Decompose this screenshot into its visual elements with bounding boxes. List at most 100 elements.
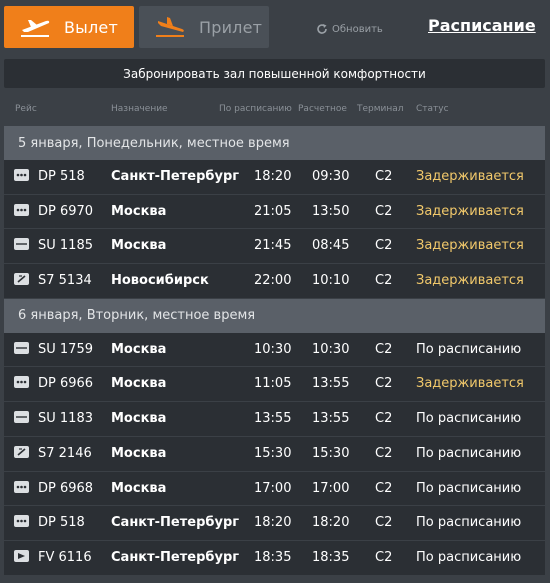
estimated-time: 18:20 xyxy=(312,515,350,531)
flight-number: SU 1185 xyxy=(38,238,93,254)
flight-number: DP 6968 xyxy=(38,480,94,496)
flight-destination: Москва xyxy=(111,376,167,392)
tab-arrival-label: Прилет xyxy=(199,17,263,37)
pobeda-logo-icon xyxy=(14,169,29,181)
flight-row[interactable]: SU 1183 Москва 13:55 13:55 C2 По расписанию xyxy=(4,402,545,437)
flight-status: По расписанию xyxy=(416,341,522,357)
flight-status: По расписанию xyxy=(416,480,522,496)
flight-destination: Санкт-Петербург xyxy=(111,549,240,565)
flight-row[interactable]: DP 518 Санкт-Петербург 18:20 09:30 C2 Задержи… xyxy=(4,160,545,195)
flight-number: S7 5134 xyxy=(38,273,92,289)
book-lounge-button[interactable]: Забронировать зал повышенной комфортност… xyxy=(4,59,545,88)
scheduled-time: 22:00 xyxy=(254,273,292,289)
flight-status: По расписанию xyxy=(416,445,522,461)
rossiya-logo-icon xyxy=(14,549,29,562)
estimated-time: 17:00 xyxy=(312,480,350,496)
terminal: C2 xyxy=(375,549,393,565)
scheduled-time: 10:30 xyxy=(254,341,292,357)
terminal: C2 xyxy=(375,411,393,427)
aeroflot-logo-icon xyxy=(14,411,29,424)
flight-number: DP 6966 xyxy=(38,376,94,392)
scheduled-time: 13:55 xyxy=(254,411,292,427)
flight-row[interactable]: S7 2146 Москва 15:30 15:30 C2 По расписанию xyxy=(4,436,545,472)
flight-status: Задерживается xyxy=(416,203,524,219)
terminal: C2 xyxy=(375,169,393,184)
pobeda-logo-icon xyxy=(14,480,29,493)
flight-number: DP 518 xyxy=(38,515,85,531)
flight-row[interactable]: FV 6116 Санкт-Петербург 18:35 18:35 C2 По рас… xyxy=(4,540,545,576)
flight-status: По расписанию xyxy=(416,549,522,565)
terminal: C2 xyxy=(375,341,393,357)
estimated-time: 10:30 xyxy=(312,341,350,357)
flight-destination: Санкт-Петербург xyxy=(111,169,240,184)
refresh-button[interactable]: Обновить xyxy=(316,20,383,38)
tab-departure[interactable]: Вылет xyxy=(4,6,134,48)
flight-number: DP 6970 xyxy=(38,203,94,219)
column-header-estimated: Расчетное xyxy=(298,104,347,114)
terminal: C2 xyxy=(375,203,393,219)
table-header: Рейс Назначение По расписанию Расчетное … xyxy=(0,100,550,120)
pobeda-logo-icon xyxy=(14,376,29,389)
scheduled-time: 17:00 xyxy=(254,480,292,496)
flight-destination: Москва xyxy=(111,445,167,461)
estimated-time: 08:45 xyxy=(312,238,350,254)
s7-logo-icon xyxy=(14,445,29,458)
column-header-terminal: Терминал xyxy=(357,104,404,114)
estimated-time: 13:50 xyxy=(312,203,350,219)
refresh-label: Обновить xyxy=(332,23,383,35)
flight-status: Задерживается xyxy=(416,169,524,184)
plane-takeoff-icon xyxy=(16,14,54,40)
flight-row[interactable]: DP 518 Санкт-Петербург 18:20 18:20 C2 По расп… xyxy=(4,506,545,541)
terminal: C2 xyxy=(375,238,393,254)
flight-destination: Москва xyxy=(111,238,167,254)
flight-status: Задерживается xyxy=(416,273,524,289)
estimated-time: 13:55 xyxy=(312,411,350,427)
flight-row[interactable]: SU 1759 Москва 10:30 10:30 C2 По расписанию xyxy=(4,332,545,368)
flight-row[interactable]: DP 6970 Москва 21:05 13:50 C2 Задерживается xyxy=(4,194,545,230)
tab-departure-label: Вылет xyxy=(64,17,118,37)
scheduled-time: 15:30 xyxy=(254,445,292,461)
flight-number: S7 2146 xyxy=(38,445,92,461)
flight-number: FV 6116 xyxy=(38,549,92,565)
flight-row[interactable]: SU 1185 Москва 21:45 08:45 C2 Задерживается xyxy=(4,229,545,265)
top-bar: Вылет Прилет Обновить Расписание xyxy=(0,0,550,55)
estimated-time: 18:35 xyxy=(312,549,350,565)
column-header-flight: Рейс xyxy=(15,104,37,114)
scheduled-time: 18:35 xyxy=(254,549,292,565)
flight-list: 5 января, Понедельник, местное время DP 5… xyxy=(4,126,545,576)
column-header-status: Статус xyxy=(416,104,449,114)
schedule-link[interactable]: Расписание xyxy=(428,16,536,35)
terminal: C2 xyxy=(375,480,393,496)
tab-arrival[interactable]: Прилет xyxy=(139,6,269,48)
scheduled-time: 18:20 xyxy=(254,169,292,184)
flight-number: SU 1183 xyxy=(38,411,93,427)
terminal: C2 xyxy=(375,376,393,392)
aeroflot-logo-icon xyxy=(14,238,29,251)
refresh-icon xyxy=(317,24,327,34)
flight-destination: Москва xyxy=(111,411,167,427)
pobeda-logo-icon xyxy=(14,203,29,216)
aeroflot-logo-icon xyxy=(14,341,29,354)
flight-destination: Москва xyxy=(111,203,167,219)
flight-destination: Москва xyxy=(111,480,167,496)
terminal: C2 xyxy=(375,515,393,531)
scheduled-time: 11:05 xyxy=(254,376,292,392)
flight-status: Задерживается xyxy=(416,376,524,392)
flight-destination: Новосибирск xyxy=(111,273,209,289)
flight-status: По расписанию xyxy=(416,411,522,427)
plane-landing-icon xyxy=(151,14,189,40)
flight-row[interactable]: DP 6966 Москва 11:05 13:55 C2 Задерживается xyxy=(4,367,545,403)
estimated-time: 13:55 xyxy=(312,376,350,392)
flight-row[interactable]: S7 5134 Новосибирск 22:00 10:10 C2 Задерживае… xyxy=(4,264,545,299)
flight-status: По расписанию xyxy=(416,515,522,531)
flight-row[interactable]: DP 6968 Москва 17:00 17:00 C2 По расписанию xyxy=(4,471,545,507)
column-header-scheduled: По расписанию xyxy=(219,104,292,114)
terminal: C2 xyxy=(375,445,393,461)
column-header-destination: Назначение xyxy=(111,104,168,114)
scheduled-time: 21:05 xyxy=(254,203,292,219)
pobeda-logo-icon xyxy=(14,515,29,528)
day-header: 5 января, Понедельник, местное время xyxy=(4,126,545,160)
estimated-time: 15:30 xyxy=(312,445,350,461)
flight-destination: Москва xyxy=(111,341,167,357)
terminal: C2 xyxy=(375,273,393,289)
